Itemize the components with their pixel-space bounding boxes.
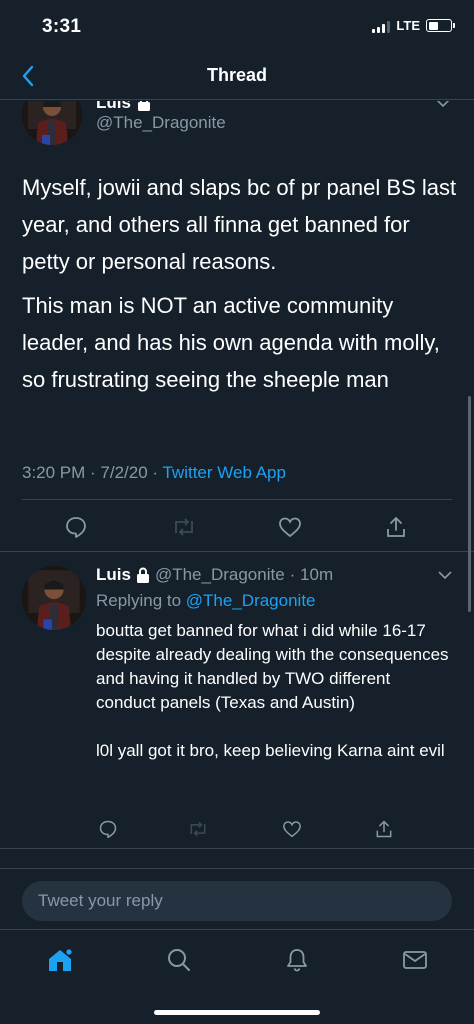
tweet-author[interactable]: Luis bbox=[96, 101, 151, 113]
chevron-down-icon bbox=[438, 571, 452, 580]
tweet-handle[interactable]: @The_Dragonite bbox=[155, 565, 285, 585]
home-icon bbox=[49, 948, 73, 971]
lock-icon bbox=[136, 567, 149, 583]
reply-header: Luis @The_Dragonite · 10m bbox=[96, 565, 333, 585]
scrollbar[interactable] bbox=[468, 396, 471, 612]
battery-icon bbox=[426, 19, 455, 32]
tweet-handle[interactable]: @The_Dragonite bbox=[96, 113, 226, 133]
tab-messages[interactable] bbox=[397, 942, 433, 978]
replying-to: Replying to @The_Dragonite bbox=[96, 591, 316, 611]
tweet-actions bbox=[0, 817, 474, 841]
share-button[interactable] bbox=[382, 513, 410, 541]
retweet-button[interactable] bbox=[170, 513, 198, 541]
heart-icon bbox=[279, 517, 301, 538]
home-indicator[interactable] bbox=[154, 1010, 320, 1015]
reply-button[interactable] bbox=[94, 815, 122, 843]
notifications-icon bbox=[287, 949, 307, 972]
replying-to-label: Replying to bbox=[96, 591, 186, 610]
reply-text: boutta get banned for what i did while 1… bbox=[96, 619, 454, 763]
tab-search[interactable] bbox=[161, 942, 197, 978]
author-name: Luis bbox=[96, 101, 131, 112]
tweet-options-button[interactable] bbox=[438, 567, 452, 585]
reply-button[interactable] bbox=[62, 513, 90, 541]
tweet-text: This man is NOT an active community lead… bbox=[22, 293, 440, 392]
tweet-text: Myself, jowii and slaps bc of pr panel B… bbox=[22, 175, 457, 274]
messages-icon bbox=[403, 951, 427, 969]
nav-bar: Thread bbox=[0, 52, 474, 100]
tab-home[interactable] bbox=[42, 942, 78, 978]
tweet-source-link[interactable]: Twitter Web App bbox=[162, 463, 285, 482]
lock-icon bbox=[137, 101, 150, 111]
tab-bar bbox=[0, 929, 474, 1024]
share-icon bbox=[376, 820, 392, 838]
tweet-timestamp: 3:20 PM · 7/2/20 · bbox=[22, 463, 163, 482]
tab-notifications[interactable] bbox=[279, 942, 315, 978]
reply-icon bbox=[99, 820, 117, 839]
retweet-button[interactable] bbox=[184, 815, 212, 843]
retweet-icon bbox=[175, 518, 193, 536]
search-icon bbox=[168, 949, 190, 971]
mention-link[interactable]: @The_Dragonite bbox=[186, 591, 316, 610]
reply-paragraph: boutta get banned for what i did while 1… bbox=[96, 621, 449, 712]
reply-paragraph: l0l yall got it bro, keep believing Karn… bbox=[96, 741, 445, 760]
retweet-icon bbox=[190, 821, 206, 837]
signal-icon bbox=[372, 19, 391, 33]
share-button[interactable] bbox=[370, 815, 398, 843]
status-bar: 3:31 LTE bbox=[0, 0, 474, 52]
heart-icon bbox=[283, 821, 301, 838]
like-button[interactable] bbox=[276, 513, 304, 541]
reply-icon bbox=[66, 517, 86, 538]
divider bbox=[22, 499, 452, 500]
share-icon bbox=[387, 516, 405, 537]
reply-composer: Tweet your reply bbox=[0, 868, 474, 928]
main-tweet: Luis @The_Dragonite Myself, jowii and sl… bbox=[0, 101, 474, 552]
avatar[interactable] bbox=[22, 566, 86, 630]
tweet-options-button[interactable] bbox=[436, 101, 450, 113]
chevron-down-icon bbox=[436, 101, 450, 108]
reply-tweet[interactable]: Luis @The_Dragonite · 10m Replying to @T… bbox=[0, 553, 474, 849]
status-indicators: LTE bbox=[372, 18, 455, 33]
avatar[interactable] bbox=[22, 101, 82, 145]
page-title: Thread bbox=[206, 65, 267, 85]
network-label: LTE bbox=[396, 18, 420, 33]
tweet-time: · 10m bbox=[289, 565, 334, 584]
status-time: 3:31 bbox=[42, 16, 82, 37]
like-button[interactable] bbox=[278, 815, 306, 843]
tweet-meta: 3:20 PM · 7/2/20 · Twitter Web App bbox=[22, 463, 286, 483]
reply-input[interactable]: Tweet your reply bbox=[22, 881, 452, 921]
author-name[interactable]: Luis bbox=[96, 565, 131, 585]
tweet-actions bbox=[0, 513, 474, 547]
